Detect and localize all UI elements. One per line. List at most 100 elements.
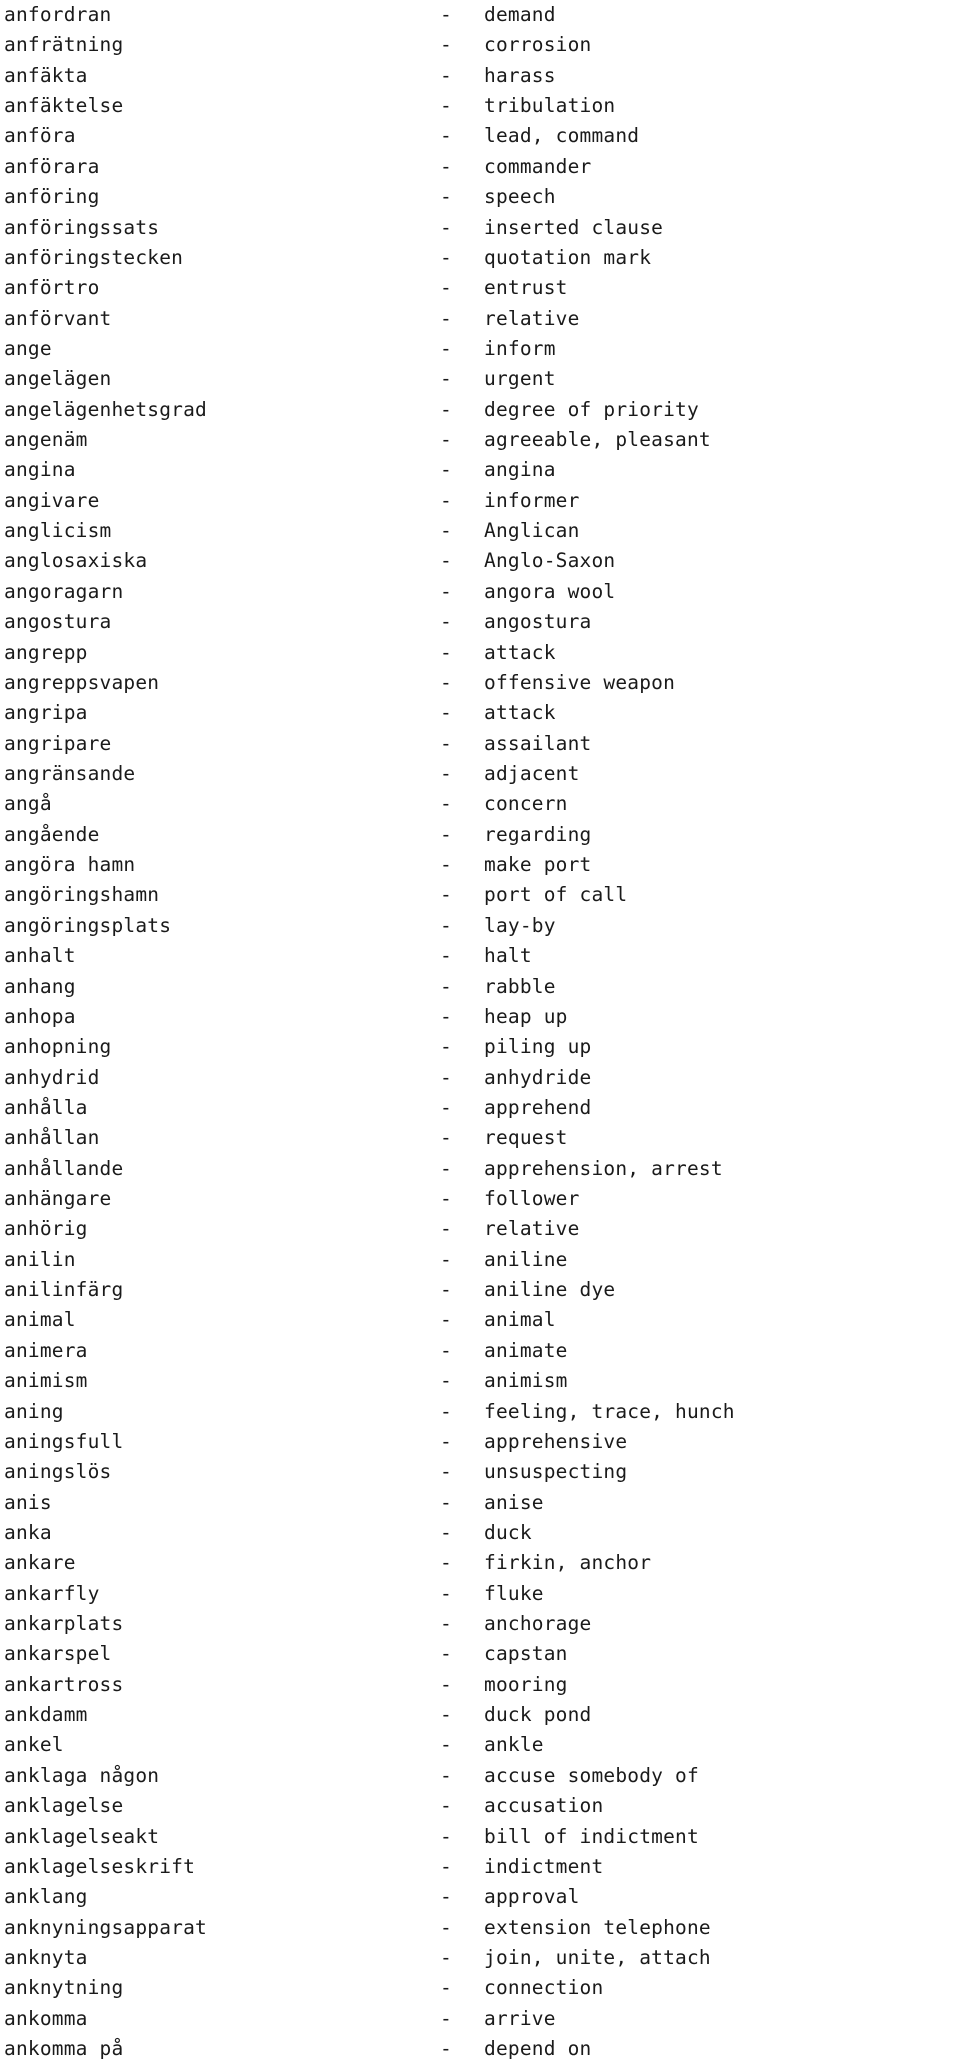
dictionary-entry: aningsfull - apprehensive	[0, 1427, 960, 1457]
dictionary-entry: angränsande - adjacent	[0, 759, 960, 789]
entry-separator: -	[440, 1126, 452, 1150]
dictionary-entry: anförvant - relative	[0, 304, 960, 334]
entry-gloss: quotation mark	[484, 245, 652, 269]
dictionary-entry: anilinfärg - aniline dye	[0, 1275, 960, 1305]
entry-gloss: agreeable, pleasant	[484, 428, 711, 452]
entry-term: anklagelseskrift	[4, 1854, 196, 1878]
entry-term: ankel	[4, 1733, 64, 1757]
dictionary-entry: anföringstecken - quotation mark	[0, 243, 960, 273]
entry-separator: -	[440, 1824, 452, 1848]
entry-gloss: lay-by	[484, 913, 556, 937]
entry-separator: -	[440, 215, 452, 239]
entry-separator: -	[440, 1551, 452, 1575]
entry-separator: -	[440, 974, 452, 998]
entry-separator: -	[440, 1794, 452, 1818]
dictionary-entry: ankdamm - duck pond	[0, 1700, 960, 1730]
dictionary-entry: anglicism - Anglican	[0, 516, 960, 546]
entry-gloss: extension telephone	[484, 1915, 711, 1939]
entry-separator: -	[440, 276, 452, 300]
entry-gloss: mooring	[484, 1672, 568, 1696]
entry-term: ankare	[4, 1551, 76, 1575]
dictionary-entry: angripa - attack	[0, 698, 960, 728]
entry-separator: -	[440, 1004, 452, 1028]
entry-term: anilinfärg	[4, 1278, 124, 1302]
entry-term: anis	[4, 1490, 52, 1514]
entry-separator: -	[440, 1187, 452, 1211]
dictionary-entry: ankarfly - fluke	[0, 1579, 960, 1609]
entry-term: ankdamm	[4, 1703, 88, 1727]
entry-term: anhalt	[4, 944, 76, 968]
entry-gloss: bill of indictment	[484, 1824, 699, 1848]
entry-term: angelägenhetsgrad	[4, 397, 207, 421]
entry-gloss: harass	[484, 63, 556, 87]
entry-gloss: join, unite, attach	[484, 1946, 711, 1969]
dictionary-entry: angivare - informer	[0, 486, 960, 516]
entry-gloss: corrosion	[484, 33, 592, 57]
entry-term: angelägen	[4, 367, 112, 391]
entry-term: anhängare	[4, 1187, 112, 1211]
dictionary-entry: anka - duck	[0, 1518, 960, 1548]
entry-separator: -	[440, 1065, 452, 1089]
entry-term: angenäm	[4, 428, 88, 452]
dictionary-entry: anhydrid - anhydride	[0, 1063, 960, 1093]
dictionary-entry: anförara - commander	[0, 152, 960, 182]
entry-term: anföra	[4, 124, 76, 148]
entry-separator: -	[440, 245, 452, 269]
dictionary-entry: ankartross - mooring	[0, 1670, 960, 1700]
dictionary-entry: angående - regarding	[0, 820, 960, 850]
entry-separator: -	[440, 549, 452, 573]
entry-gloss: ankle	[484, 1733, 544, 1757]
dictionary-entry: ankarspel - capstan	[0, 1639, 960, 1669]
entry-gloss: feeling, trace, hunch	[484, 1399, 735, 1423]
dictionary-entry: angöra hamn - make port	[0, 850, 960, 880]
entry-gloss: apprehend	[484, 1095, 592, 1119]
dictionary-entry: anknytning - connection	[0, 1973, 960, 2003]
entry-separator: -	[440, 488, 452, 512]
entry-separator: -	[440, 519, 452, 543]
entry-gloss: degree of priority	[484, 397, 699, 421]
dictionary-entry: angelägenhetsgrad - degree of priority	[0, 395, 960, 425]
entry-term: anförara	[4, 154, 100, 178]
entry-separator: -	[440, 2006, 452, 2030]
entry-separator: -	[440, 670, 452, 694]
entry-separator: -	[440, 822, 452, 846]
entry-separator: -	[440, 1399, 452, 1423]
entry-separator: -	[440, 1885, 452, 1909]
dictionary-entry: animism - animism	[0, 1366, 960, 1396]
entry-separator: -	[440, 1581, 452, 1605]
entry-separator: -	[440, 154, 452, 178]
entry-separator: -	[440, 761, 452, 785]
entry-separator: -	[440, 458, 452, 482]
entry-term: ankarspel	[4, 1642, 112, 1666]
entry-separator: -	[440, 701, 452, 725]
dictionary-entry: angostura - angostura	[0, 607, 960, 637]
entry-separator: -	[440, 883, 452, 907]
entry-separator: -	[440, 367, 452, 391]
dictionary-entry-list: anfordran - demand anfrätning - corrosion anfä…	[0, 0, 960, 2064]
entry-separator: -	[440, 1308, 452, 1332]
dictionary-entry: anfäktelse - tribulation	[0, 91, 960, 121]
entry-gloss: assailant	[484, 731, 592, 755]
dictionary-entry: anförtro - entrust	[0, 273, 960, 303]
entry-gloss: lead, command	[484, 124, 640, 148]
entry-term: anfäkta	[4, 63, 88, 87]
entry-term: anfordran	[4, 3, 112, 26]
entry-gloss: attack	[484, 640, 556, 664]
entry-gloss: commander	[484, 154, 592, 178]
entry-gloss: unsuspecting	[484, 1460, 628, 1484]
dictionary-entry: angripare - assailant	[0, 729, 960, 759]
entry-term: angivare	[4, 488, 100, 512]
entry-gloss: follower	[484, 1187, 580, 1211]
entry-term: animal	[4, 1308, 76, 1332]
dictionary-entry: anilin - aniline	[0, 1245, 960, 1275]
dictionary-entry: angoragarn - angora wool	[0, 577, 960, 607]
entry-term: angripa	[4, 701, 88, 725]
entry-gloss: regarding	[484, 822, 592, 846]
dictionary-entry: ankomma på - depend on	[0, 2034, 960, 2064]
entry-separator: -	[440, 185, 452, 209]
entry-term: anknyningsapparat	[4, 1915, 207, 1939]
entry-gloss: aniline	[484, 1247, 568, 1271]
entry-term: aning	[4, 1399, 64, 1423]
entry-term: angöringshamn	[4, 883, 160, 907]
entry-separator: -	[440, 853, 452, 877]
